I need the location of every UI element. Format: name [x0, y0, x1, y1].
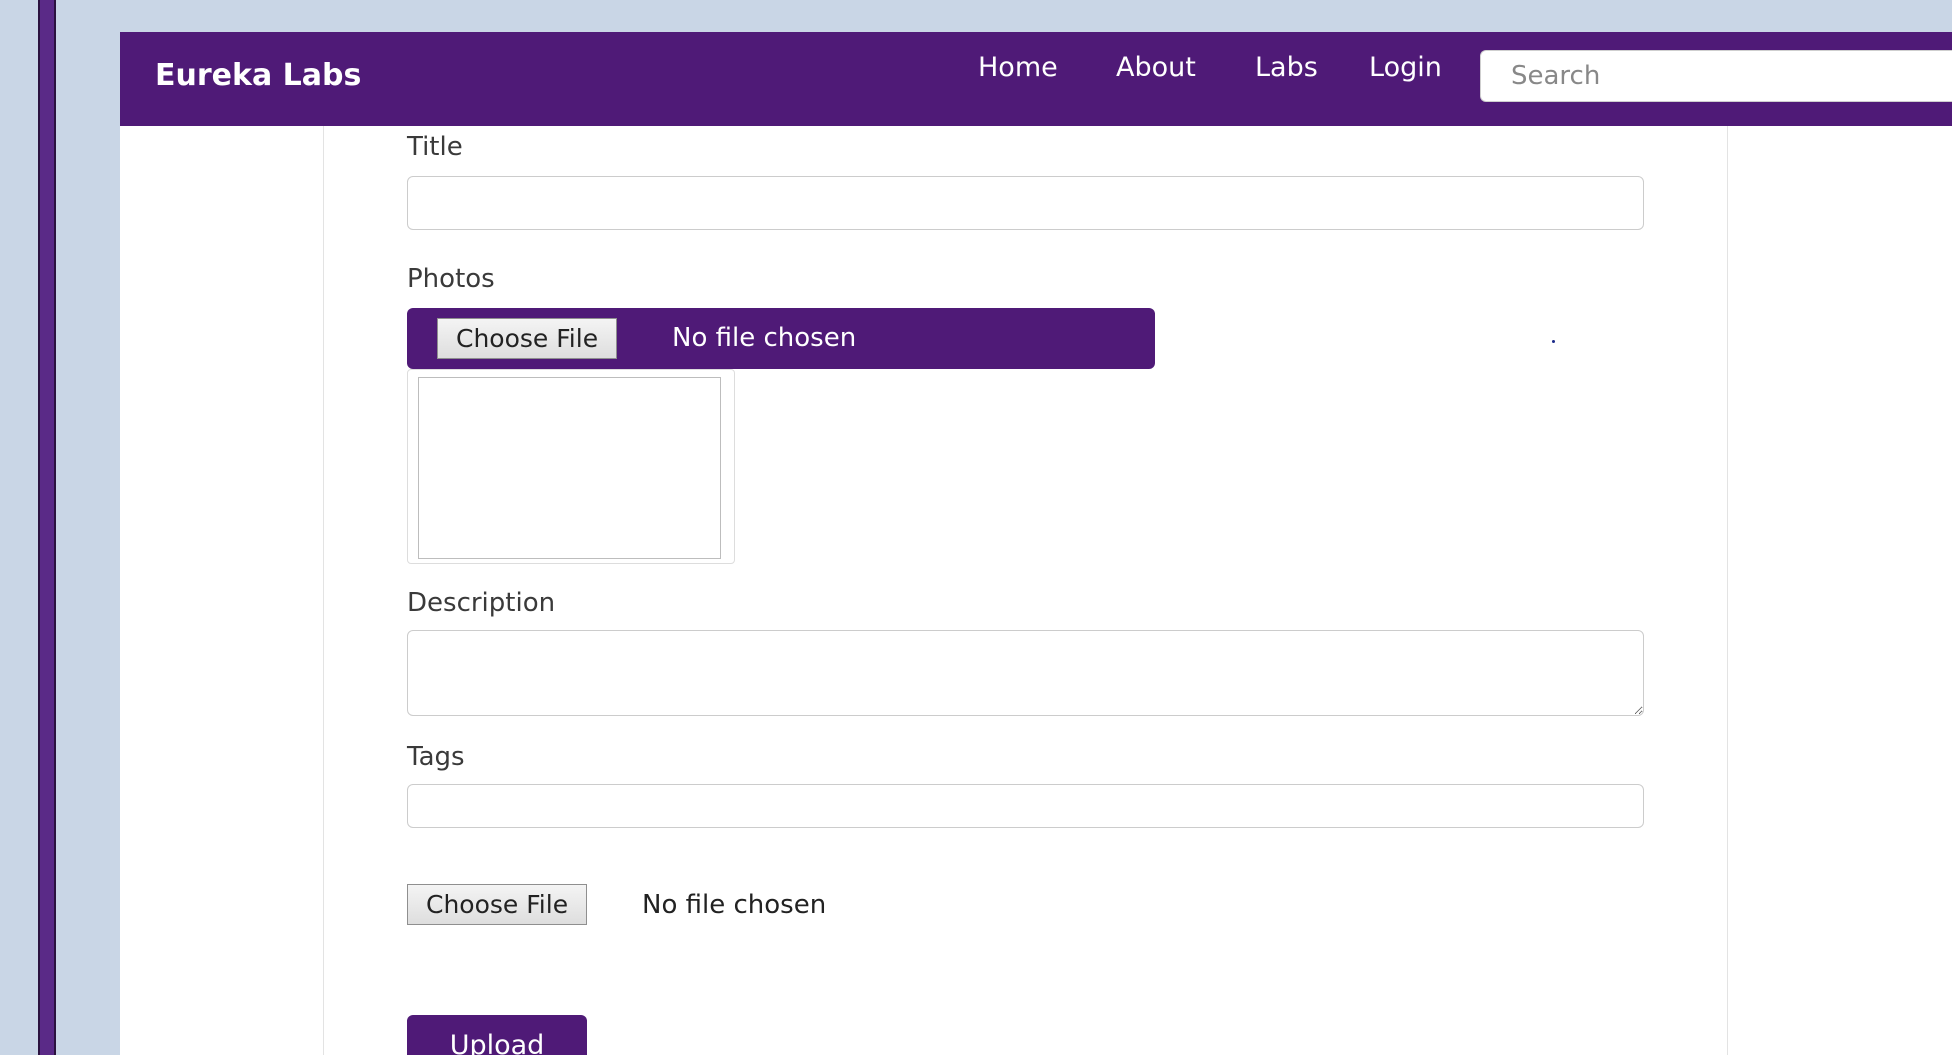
navbar: Eureka Labs Home About Labs Login: [120, 32, 1952, 126]
panel-right-border: [1727, 126, 1728, 1055]
tags-input[interactable]: [407, 784, 1644, 828]
brand-link[interactable]: Eureka Labs: [155, 58, 361, 93]
photos-choose-file-button[interactable]: Choose File: [437, 318, 618, 359]
nav-home-link[interactable]: Home: [978, 52, 1058, 83]
browser-page: Eureka Labs Home About Labs Login Title …: [120, 32, 1952, 1055]
photos-file-picker: Choose File No file chosen: [407, 308, 1155, 369]
attachment-choose-file-button[interactable]: Choose File: [407, 884, 588, 925]
search-input[interactable]: [1480, 50, 1952, 102]
nav-about-link[interactable]: About: [1116, 52, 1196, 83]
description-textarea[interactable]: [407, 630, 1644, 716]
photos-label: Photos: [407, 264, 495, 294]
photo-preview-frame: [407, 369, 735, 564]
title-input[interactable]: [407, 176, 1644, 230]
desktop-sidebar-strip: [38, 0, 56, 1055]
panel-left-border: [323, 126, 324, 1055]
description-label: Description: [407, 588, 556, 618]
photos-file-status: No file chosen: [672, 323, 857, 353]
photo-preview: [418, 377, 721, 559]
nav-login-link[interactable]: Login: [1369, 52, 1442, 83]
tags-label: Tags: [407, 742, 465, 772]
stray-dot: [1552, 340, 1555, 343]
attachment-file-status: No file chosen: [642, 890, 827, 920]
upload-button[interactable]: Upload: [407, 1015, 587, 1055]
nav-labs-link[interactable]: Labs: [1255, 52, 1318, 83]
title-label: Title: [407, 132, 463, 162]
